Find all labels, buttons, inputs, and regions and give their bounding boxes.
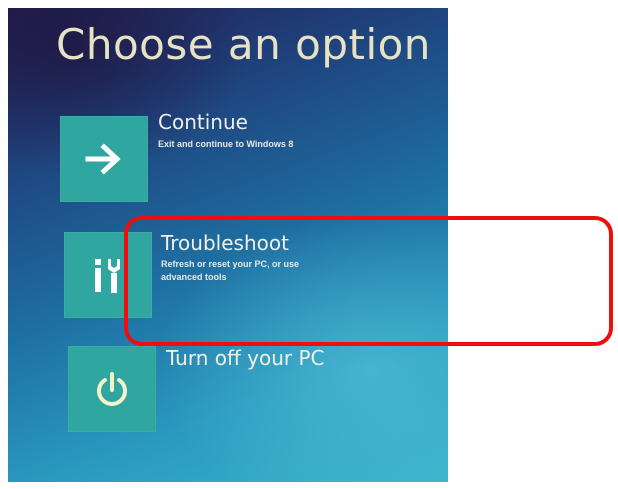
page-title: Choose an option (56, 20, 431, 69)
turn-off-title[interactable]: Turn off your PC (166, 346, 325, 370)
arrow-right-icon (84, 141, 124, 177)
tools-icon (90, 255, 126, 295)
troubleshoot-highlight-box (124, 216, 613, 346)
power-icon (94, 370, 130, 408)
continue-tile[interactable] (60, 116, 148, 202)
turn-off-tile[interactable] (68, 346, 156, 432)
continue-title[interactable]: Continue (158, 110, 248, 134)
continue-description: Exit and continue to Windows 8 (158, 139, 294, 149)
